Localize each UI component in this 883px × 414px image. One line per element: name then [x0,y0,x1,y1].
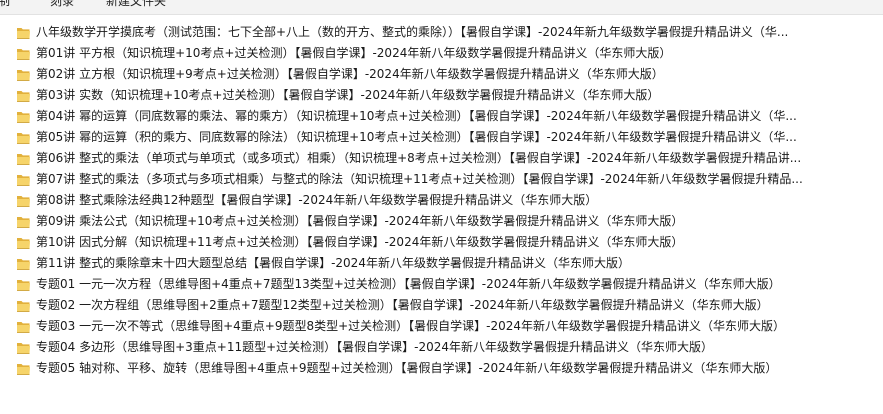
folder-icon [16,67,31,82]
folder-icon [16,25,31,40]
folder-name: 第10讲 因式分解（知识梳理+11考点+过关检测）【暑假自学课】-2024年新八… [36,235,684,249]
folder-name: 专题03 一元一次不等式（思维导图+4重点+9题型8类型+过关检测）【暑假自学课… [36,319,786,333]
folder-name: 专题02 一次方程组（思维导图+2重点+7题型12类型+过关检测）【暑假自学课】… [36,298,769,312]
folder-name: 八年级数学开学摸底考（测试范围：七下全部+八上（数的开方、整式的乘除））【暑假自… [36,25,789,39]
folder-name: 专题01 一元一次方程（思维导图+4重点+7题型13类型+过关检测）【暑假自学课… [36,277,781,291]
folder-icon [16,46,31,61]
folder-icon [16,277,31,292]
toolbar-button-new-folder[interactable]: 新建文件夹 [106,0,166,9]
folder-row[interactable]: 第05讲 幂的运算（积的乘方、同底数幂的除法）（知识梳理+10考点+过关检测）【… [0,127,883,148]
folder-icon [16,172,31,187]
folder-icon [16,88,31,103]
folder-row[interactable]: 第09讲 乘法公式（知识梳理+10考点+过关检测）【暑假自学课】-2024年新八… [0,211,883,232]
folder-name: 第03讲 实数（知识梳理+10考点+过关检测）【暑假自学课】-2024年新八年级… [36,88,660,102]
folder-name: 第06讲 整式的乘法（单项式与单项式（或多项式）相乘）（知识梳理+8考点+过关检… [36,151,802,165]
file-explorer-window: 制 刻录 新建文件夹 八年级数学开学摸底考（测试范围：七下全部+八上（数的开方、… [0,0,883,414]
folder-row[interactable]: 第06讲 整式的乘法（单项式与单项式（或多项式）相乘）（知识梳理+8考点+过关检… [0,148,883,169]
folder-row[interactable]: 第08讲 整式乘除法经典12种题型【暑假自学课】-2024年新八年级数学暑假提升… [0,190,883,211]
folder-row[interactable]: 第04讲 幂的运算（同底数幂的乘法、幂的乘方）（知识梳理+10考点+过关检测）【… [0,106,883,127]
folder-row[interactable]: 第07讲 整式的乘法（多项式与多项式相乘）与整式的除法（知识梳理+11考点+过关… [0,169,883,190]
folder-name: 第01讲 平方根（知识梳理+10考点+过关检测）【暑假自学课】-2024年新八年… [36,46,672,60]
folder-icon [16,109,31,124]
folder-row[interactable]: 八年级数学开学摸底考（测试范围：七下全部+八上（数的开方、整式的乘除））【暑假自… [0,22,883,43]
folder-icon [16,151,31,166]
folder-name: 第08讲 整式乘除法经典12种题型【暑假自学课】-2024年新八年级数学暑假提升… [36,193,598,207]
file-list: 八年级数学开学摸底考（测试范围：七下全部+八上（数的开方、整式的乘除））【暑假自… [0,22,883,379]
toolbar-button-0[interactable]: 制 [0,0,10,9]
folder-row[interactable]: 第01讲 平方根（知识梳理+10考点+过关检测）【暑假自学课】-2024年新八年… [0,43,883,64]
folder-name: 第02讲 立方根（知识梳理+9考点+过关检测）【暑假自学课】-2024年新八年级… [36,67,664,81]
folder-row[interactable]: 第02讲 立方根（知识梳理+9考点+过关检测）【暑假自学课】-2024年新八年级… [0,64,883,85]
folder-name: 第07讲 整式的乘法（多项式与多项式相乘）与整式的除法（知识梳理+11考点+过关… [36,172,803,186]
folder-icon [16,214,31,229]
folder-icon [16,193,31,208]
folder-row[interactable]: 第10讲 因式分解（知识梳理+11考点+过关检测）【暑假自学课】-2024年新八… [0,232,883,253]
folder-row[interactable]: 专题03 一元一次不等式（思维导图+4重点+9题型8类型+过关检测）【暑假自学课… [0,316,883,337]
folder-icon [16,256,31,271]
folder-icon [16,298,31,313]
folder-icon [16,319,31,334]
folder-row[interactable]: 专题05 轴对称、平移、旋转（思维导图+4重点+9题型+过关检测）【暑假自学课】… [0,358,883,379]
explorer-toolbar: 制 刻录 新建文件夹 [0,0,883,15]
folder-icon [16,235,31,250]
folder-row[interactable]: 专题04 多边形（思维导图+3重点+11题型+过关检测）【暑假自学课】-2024… [0,337,883,358]
folder-icon [16,361,31,376]
folder-row[interactable]: 专题01 一元一次方程（思维导图+4重点+7题型13类型+过关检测）【暑假自学课… [0,274,883,295]
folder-name: 专题04 多边形（思维导图+3重点+11题型+过关检测）【暑假自学课】-2024… [36,340,714,354]
folder-icon [16,340,31,355]
folder-icon [16,130,31,145]
folder-name: 第04讲 幂的运算（同底数幂的乘法、幂的乘方）（知识梳理+10考点+过关检测）【… [36,109,797,123]
folder-name: 第05讲 幂的运算（积的乘方、同底数幂的除法）（知识梳理+10考点+过关检测）【… [36,130,797,144]
folder-row[interactable]: 第11讲 整式的乘除章末十四大题型总结【暑假自学课】-2024年新八年级数学暑假… [0,253,883,274]
toolbar-button-burn[interactable]: 刻录 [50,0,74,9]
folder-name: 第09讲 乘法公式（知识梳理+10考点+过关检测）【暑假自学课】-2024年新八… [36,214,684,228]
folder-name: 专题05 轴对称、平移、旋转（思维导图+4重点+9题型+过关检测）【暑假自学课】… [36,361,778,375]
folder-row[interactable]: 第03讲 实数（知识梳理+10考点+过关检测）【暑假自学课】-2024年新八年级… [0,85,883,106]
folder-row[interactable]: 专题02 一次方程组（思维导图+2重点+7题型12类型+过关检测）【暑假自学课】… [0,295,883,316]
folder-name: 第11讲 整式的乘除章末十四大题型总结【暑假自学课】-2024年新八年级数学暑假… [36,256,630,270]
